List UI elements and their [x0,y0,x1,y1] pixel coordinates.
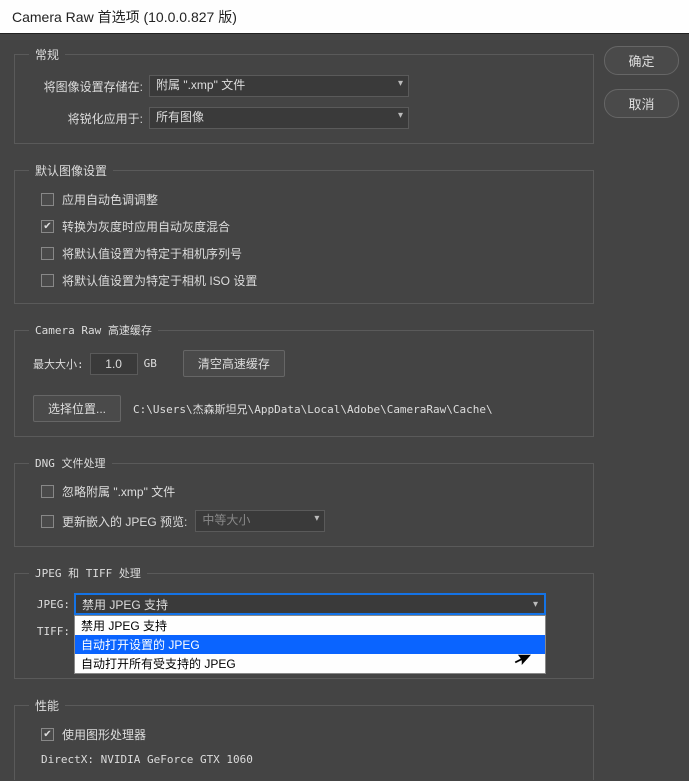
title-bar: Camera Raw 首选项 (10.0.0.827 版) [0,0,689,34]
jpeg-option-2[interactable]: 自动打开所有受支持的 JPEG [75,654,545,673]
group-jpeg-tiff: JPEG 和 TIFF 处理 JPEG: 禁用 JPEG 支持 禁用 JPEG … [14,565,594,679]
label-gb: GB [144,357,157,370]
label-sharpen: 将锐化应用于: [29,110,149,127]
group-defaults: 默认图像设置 应用自动色调调整 转换为灰度时应用自动灰度混合 将默认值设置为特定… [14,162,594,304]
button-purge-cache[interactable]: 清空高速缓存 [183,350,285,377]
ok-button[interactable]: 确定 [604,46,679,75]
label-iso: 将默认值设置为特定于相机 ISO 设置 [62,272,257,289]
cancel-button[interactable]: 取消 [604,89,679,118]
group-general: 常规 将图像设置存储在: 附属 ".xmp" 文件 将锐化应用于: 所有图像 [14,46,594,144]
input-max-size[interactable] [90,353,138,375]
legend-defaults: 默认图像设置 [29,162,113,179]
select-save-settings[interactable]: 附属 ".xmp" 文件 [149,75,409,97]
label-update-preview: 更新嵌入的 JPEG 预览: [62,513,187,530]
window-title: Camera Raw 首选项 (10.0.0.827 版) [12,7,237,27]
select-preview-size[interactable]: 中等大小 [195,510,325,532]
dropdown-jpeg: 禁用 JPEG 支持 自动打开设置的 JPEG 自动打开所有受支持的 JPEG [74,615,546,674]
label-jpeg: JPEG: [29,598,74,611]
checkbox-update-preview[interactable] [41,515,54,528]
checkbox-serial[interactable] [41,247,54,260]
label-use-gpu: 使用图形处理器 [62,726,146,743]
legend-general: 常规 [29,46,65,63]
label-ignore-xmp: 忽略附属 ".xmp" 文件 [62,483,175,500]
checkbox-auto-grayscale[interactable] [41,220,54,233]
checkbox-iso[interactable] [41,274,54,287]
group-dng: DNG 文件处理 忽略附属 ".xmp" 文件 更新嵌入的 JPEG 预览: 中… [14,455,594,547]
select-sharpen[interactable]: 所有图像 [149,107,409,129]
gpu-info: DirectX: NVIDIA GeForce GTX 1060 [29,753,579,766]
group-cache: Camera Raw 高速缓存 最大大小: GB 清空高速缓存 选择位置... … [14,322,594,437]
label-auto-tone: 应用自动色调调整 [62,191,158,208]
legend-performance: 性能 [29,697,65,714]
cache-path: C:\Users\杰森斯坦兄\AppData\Local\Adobe\Camer… [133,401,493,417]
select-jpeg[interactable]: 禁用 JPEG 支持 [74,593,546,615]
group-performance: 性能 使用图形处理器 DirectX: NVIDIA GeForce GTX 1… [14,697,594,780]
button-choose-location[interactable]: 选择位置... [33,395,121,422]
legend-jpeg-tiff: JPEG 和 TIFF 处理 [29,565,147,581]
legend-dng: DNG 文件处理 [29,455,112,471]
label-serial: 将默认值设置为特定于相机序列号 [62,245,242,262]
legend-cache: Camera Raw 高速缓存 [29,322,158,338]
label-tiff: TIFF: [29,625,74,638]
checkbox-auto-tone[interactable] [41,193,54,206]
jpeg-option-0[interactable]: 禁用 JPEG 支持 [75,616,545,635]
label-max-size: 最大大小: [33,356,84,372]
jpeg-option-1[interactable]: 自动打开设置的 JPEG [75,635,545,654]
checkbox-ignore-xmp[interactable] [41,485,54,498]
checkbox-use-gpu[interactable] [41,728,54,741]
label-auto-grayscale: 转换为灰度时应用自动灰度混合 [62,218,230,235]
cursor-icon [509,655,532,669]
select-jpeg-value: 禁用 JPEG 支持 [82,596,168,613]
label-save-settings: 将图像设置存储在: [29,78,149,95]
